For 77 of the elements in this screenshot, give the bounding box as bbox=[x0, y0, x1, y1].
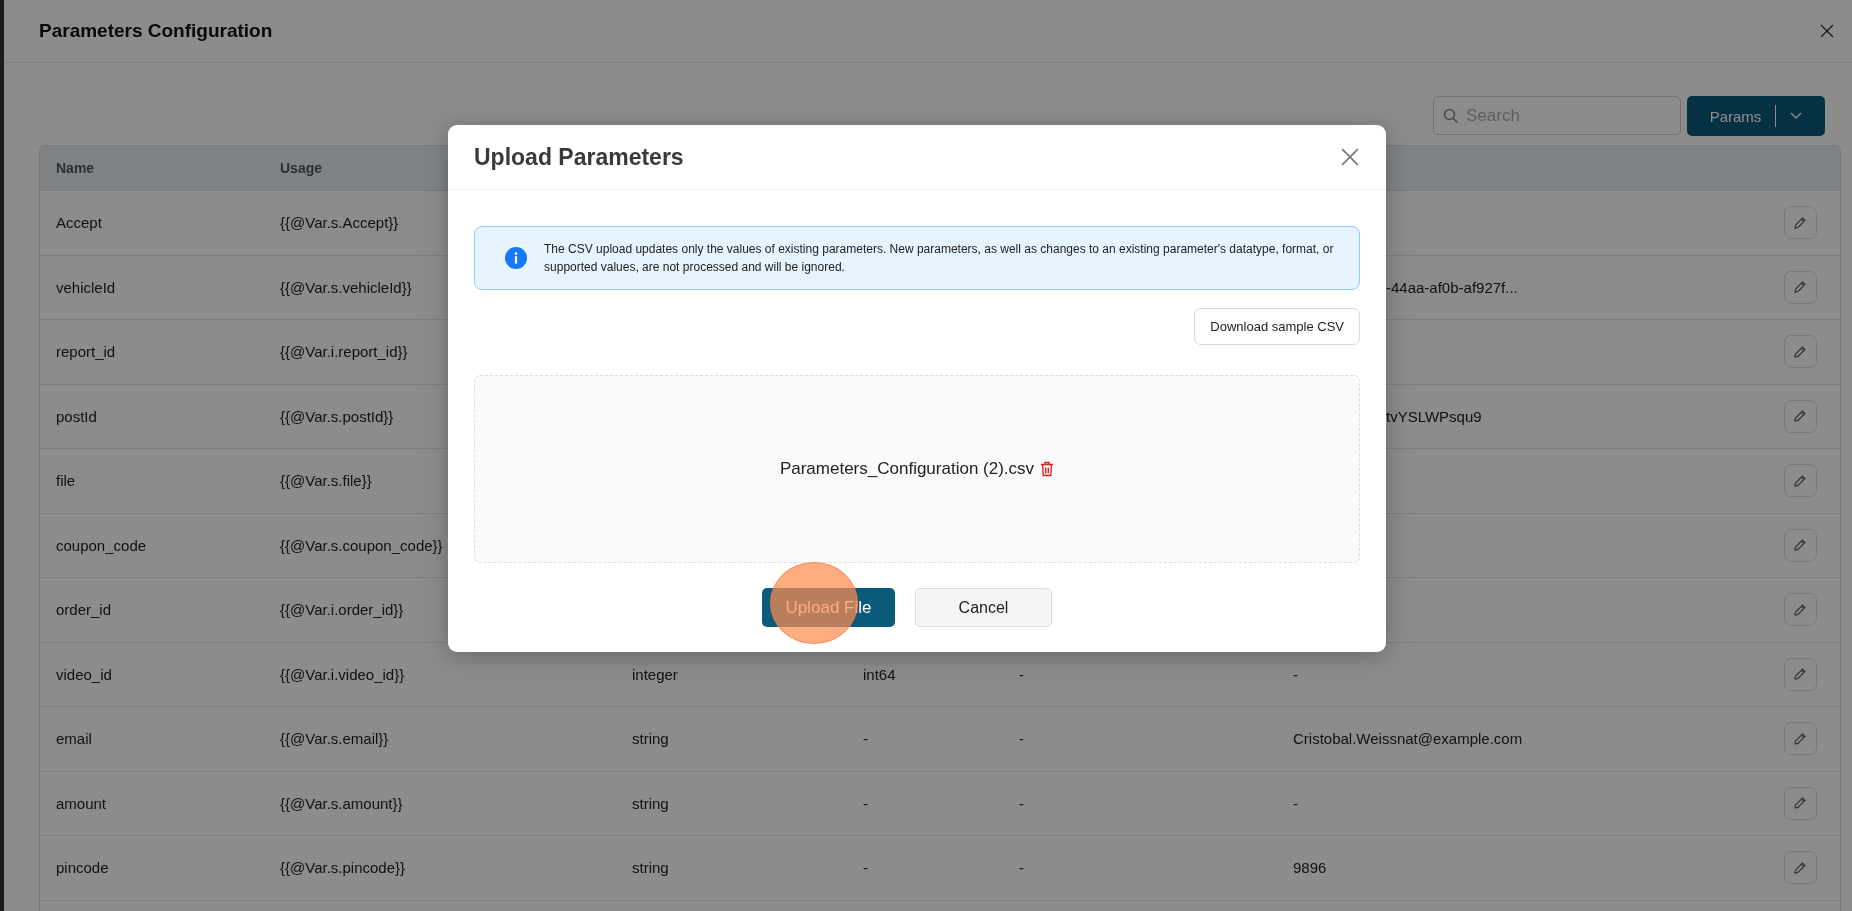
table-cell-text: report_id bbox=[55, 343, 117, 361]
column-header: Name bbox=[55, 160, 96, 176]
edit-button[interactable] bbox=[1783, 722, 1817, 756]
pencil-icon bbox=[1793, 473, 1807, 488]
table-cell-text: vehicleId bbox=[55, 278, 117, 296]
table-cell: - bbox=[1293, 665, 1298, 683]
table-cell: string bbox=[632, 794, 669, 812]
table-cell-text: {{@Var.s.postId}} bbox=[279, 407, 395, 425]
pencil-icon bbox=[1793, 796, 1807, 811]
table-cell: string bbox=[632, 730, 669, 748]
edit-button[interactable] bbox=[1783, 657, 1817, 691]
table-cell-text: {{@Var.i.video_id}} bbox=[279, 665, 406, 683]
edit-button[interactable] bbox=[1783, 593, 1817, 627]
table-cell-text: {{@Var.s.file}} bbox=[279, 472, 373, 490]
table-cell-text: {{@Var.i.order_id}} bbox=[279, 601, 405, 619]
table-cell-text: {{@Var.s.email}} bbox=[279, 730, 390, 748]
table-cell-text: pincode bbox=[55, 859, 110, 877]
edit-button[interactable] bbox=[1783, 335, 1817, 369]
params-button[interactable]: Params bbox=[1687, 96, 1825, 136]
download-sample-button[interactable]: Download sample CSV bbox=[1194, 308, 1360, 345]
table-cell: - bbox=[1019, 794, 1024, 812]
table-cell: - bbox=[863, 859, 868, 877]
table-cell: string bbox=[632, 859, 669, 877]
close-icon[interactable] bbox=[1820, 24, 1834, 38]
search-icon bbox=[1443, 108, 1459, 124]
table-cell-text: {{@Var.s.coupon_code}} bbox=[279, 536, 444, 554]
table-cell-text: {{@Var.s.pincode}} bbox=[279, 859, 407, 877]
edit-button[interactable] bbox=[1783, 528, 1817, 562]
edit-button[interactable] bbox=[1783, 464, 1817, 498]
page-title: Parameters Configuration bbox=[39, 20, 273, 42]
table-cell-text: Accept bbox=[55, 214, 103, 232]
table-cell: - bbox=[1019, 665, 1024, 683]
pencil-icon bbox=[1793, 731, 1807, 746]
table-cell-text: coupon_code bbox=[55, 536, 148, 554]
dialog-title: Upload Parameters bbox=[474, 143, 684, 171]
table-cell-text: {{@Var.s.vehicleId}} bbox=[279, 278, 413, 296]
trash-icon[interactable] bbox=[1040, 461, 1055, 477]
table-cell: 9896 bbox=[1293, 859, 1327, 877]
table-cell-text: {{@Var.s.Accept}} bbox=[279, 214, 400, 232]
table-cell: int64 bbox=[863, 665, 896, 683]
table-cell: - bbox=[863, 730, 868, 748]
close-icon[interactable] bbox=[1341, 148, 1359, 166]
table-cell-text: postId bbox=[55, 407, 98, 425]
pencil-icon bbox=[1793, 344, 1807, 359]
pencil-icon bbox=[1793, 602, 1807, 617]
edit-button[interactable] bbox=[1783, 206, 1817, 240]
edit-button[interactable] bbox=[1783, 270, 1817, 304]
table-cell-text: video_id bbox=[55, 665, 113, 683]
table-cell: - bbox=[1019, 859, 1024, 877]
table-cell-text: {{@Var.i.report_id}} bbox=[279, 343, 409, 361]
table-cell: tvYSLWPsqu9 bbox=[1386, 407, 1482, 425]
table-cell-text: email bbox=[55, 730, 93, 748]
pencil-icon bbox=[1793, 409, 1807, 424]
table-cell: integer bbox=[632, 665, 678, 683]
pencil-icon bbox=[1793, 860, 1807, 875]
table-cell: -44aa-af0b-af927f... bbox=[1386, 278, 1518, 296]
table-cell: - bbox=[863, 794, 868, 812]
pencil-icon bbox=[1793, 538, 1807, 553]
table-cell-text: file bbox=[55, 472, 77, 490]
table-cell-text: {{@Var.s.amount}} bbox=[279, 794, 404, 812]
info-text: The CSV upload updates only the values of existing parameters. New parameters, as well as changes to an existing parameter's datatype, format, or supported values, are not processed and will be ignored. bbox=[544, 241, 1335, 276]
table-cell: - bbox=[1019, 730, 1024, 748]
drop-zone[interactable]: Parameters_Configuration (2).csv bbox=[474, 375, 1360, 563]
table-cell: - bbox=[1293, 794, 1298, 812]
column-header: Usage bbox=[279, 160, 324, 176]
chevron-down-icon bbox=[1790, 112, 1803, 120]
edit-button[interactable] bbox=[1783, 399, 1817, 433]
edit-button[interactable] bbox=[1783, 786, 1817, 820]
file-name: Parameters_Configuration (2).csv bbox=[779, 459, 1035, 479]
table-cell-text: order_id bbox=[55, 601, 113, 619]
table-cell: Cristobal.Weissnat@example.com bbox=[1293, 730, 1523, 748]
pencil-icon bbox=[1793, 215, 1807, 230]
cancel-button[interactable]: Cancel bbox=[915, 588, 1052, 627]
pencil-icon bbox=[1793, 280, 1807, 295]
table-cell-text: amount bbox=[55, 794, 108, 812]
edit-button[interactable] bbox=[1783, 851, 1817, 885]
pencil-icon bbox=[1793, 667, 1807, 682]
